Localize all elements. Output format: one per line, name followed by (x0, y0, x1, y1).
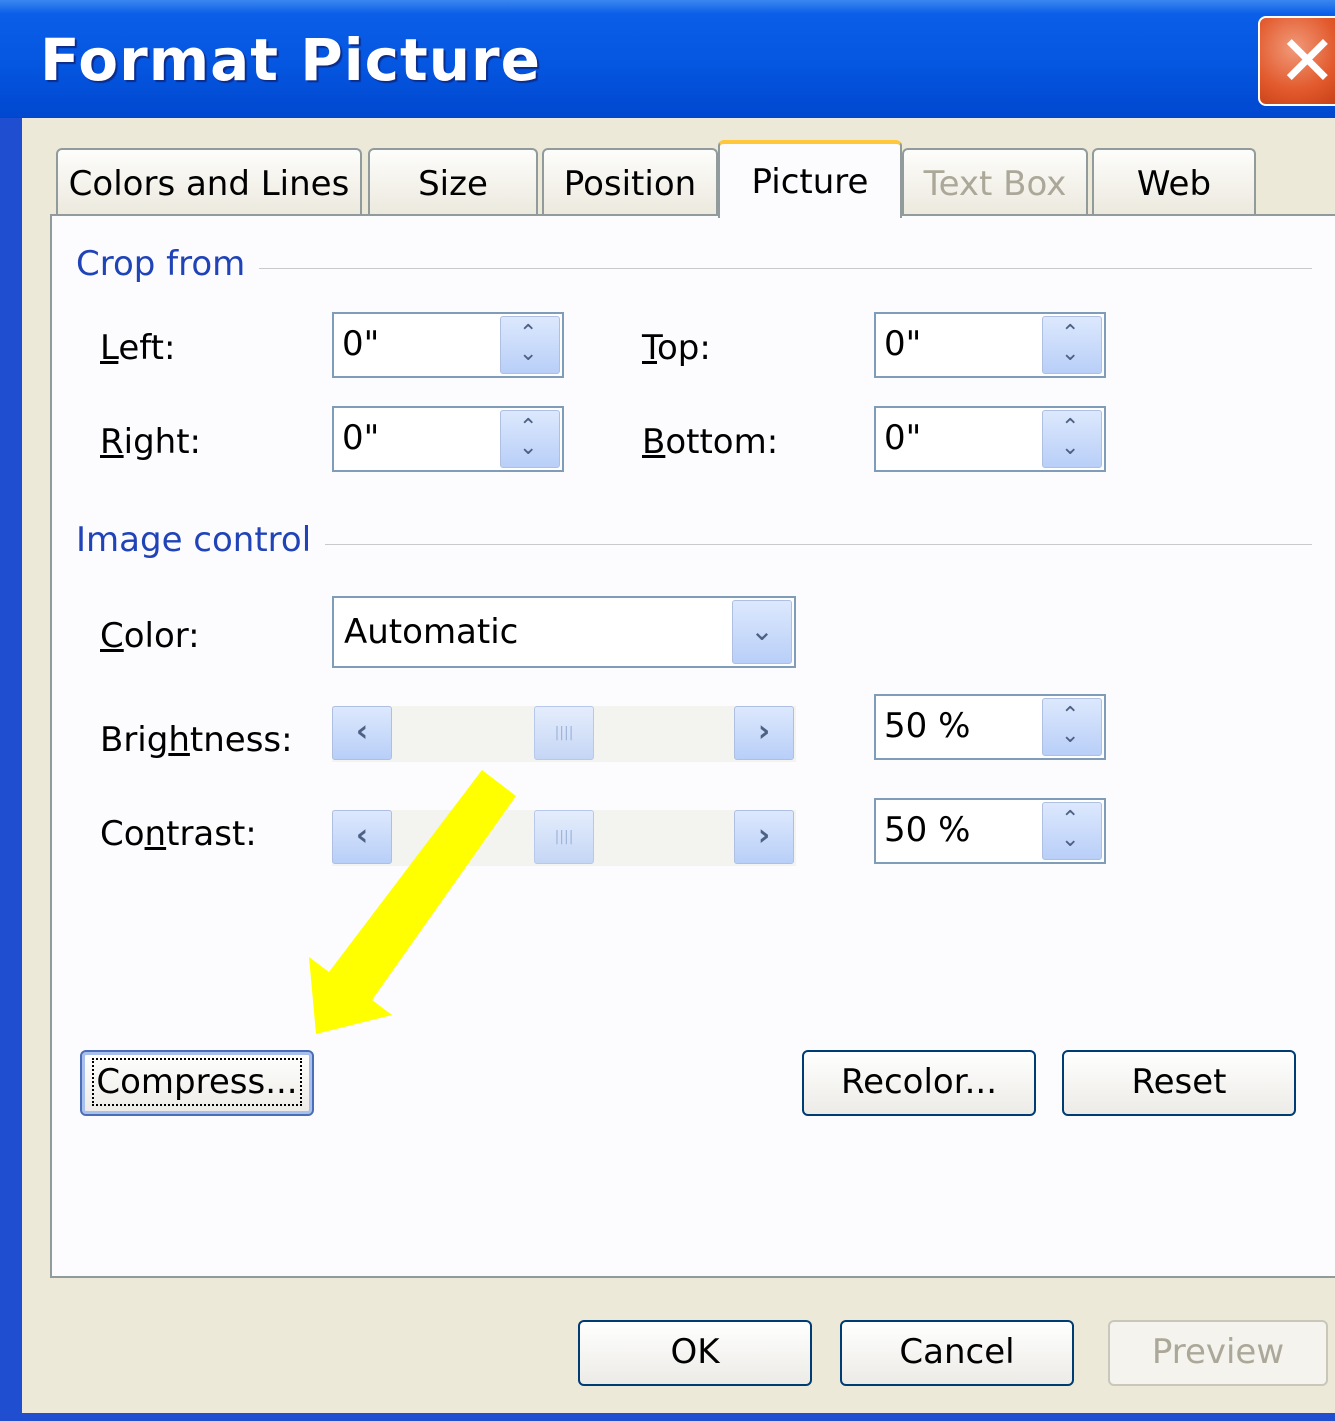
contrast-slider-thumb[interactable]: |||| (534, 810, 594, 864)
tab-position[interactable]: Position (542, 148, 718, 214)
chevron-right-icon[interactable]: › (734, 706, 794, 760)
crop-group-divider (232, 268, 1312, 269)
close-icon: ✕ (1278, 20, 1335, 102)
crop-left-label: Left: (100, 328, 176, 368)
crop-right-spinner[interactable]: 0" ⌃ ⌄ (332, 406, 564, 472)
preview-button-label: Preview (1151, 1332, 1285, 1372)
spin-arrows-icon[interactable]: ⌃ ⌄ (500, 316, 560, 374)
preview-button: Preview (1108, 1320, 1328, 1386)
chevron-left-icon[interactable]: ‹ (332, 810, 392, 864)
tab-text-box: Text Box (902, 148, 1088, 214)
spin-arrows-icon[interactable]: ⌃ ⌄ (500, 410, 560, 468)
tab-web[interactable]: Web (1092, 148, 1256, 214)
crop-left-value[interactable]: 0" (342, 324, 379, 364)
crop-right-label: Right: (100, 422, 201, 462)
format-picture-dialog: Format Picture ✕ Colors and Lines Size P… (0, 0, 1335, 1421)
crop-bottom-label: Bottom: (642, 422, 779, 462)
spin-arrows-icon[interactable]: ⌃ ⌄ (1042, 698, 1102, 756)
brightness-slider[interactable]: ‹ |||| › (332, 706, 796, 762)
crop-bottom-spinner[interactable]: 0" ⌃ ⌄ (874, 406, 1106, 472)
ok-button[interactable]: OK (578, 1320, 812, 1386)
chevron-right-icon[interactable]: › (734, 810, 794, 864)
contrast-label: Contrast: (100, 814, 257, 854)
recolor-button[interactable]: Recolor... (802, 1050, 1036, 1116)
contrast-slider[interactable]: ‹ |||| › (332, 810, 796, 866)
crop-left-spinner[interactable]: 0" ⌃ ⌄ (332, 312, 564, 378)
ok-button-label: OK (670, 1332, 720, 1372)
contrast-spinner[interactable]: 50 % ⌃ ⌄ (874, 798, 1106, 864)
crop-right-value[interactable]: 0" (342, 418, 379, 458)
image-control-heading: Image control (76, 520, 326, 560)
compress-button[interactable]: Compress... (80, 1050, 314, 1116)
title-bar[interactable]: Format Picture ✕ (0, 0, 1335, 118)
spin-arrows-icon[interactable]: ⌃ ⌄ (1042, 410, 1102, 468)
color-label: Color: (100, 616, 200, 656)
crop-top-spinner[interactable]: 0" ⌃ ⌄ (874, 312, 1106, 378)
picture-tab-panel: Crop from Left: 0" ⌃ ⌄ Top: 0" ⌃ ⌄ Right: … (50, 214, 1335, 1278)
chevron-down-icon[interactable]: ⌄ (732, 600, 792, 664)
dialog-title: Format Picture (40, 26, 541, 94)
close-button[interactable]: ✕ (1258, 16, 1335, 106)
recolor-button-label: Recolor... (840, 1062, 998, 1102)
compress-button-label: Compress... (92, 1058, 302, 1106)
brightness-value[interactable]: 50 % (884, 706, 970, 746)
crop-top-label: Top: (642, 328, 711, 368)
tab-colors-and-lines[interactable]: Colors and Lines (56, 148, 362, 214)
tab-size[interactable]: Size (368, 148, 538, 214)
chevron-left-icon[interactable]: ‹ (332, 706, 392, 760)
brightness-spinner[interactable]: 50 % ⌃ ⌄ (874, 694, 1106, 760)
color-dropdown-value: Automatic (344, 612, 519, 652)
contrast-value[interactable]: 50 % (884, 810, 970, 850)
cancel-button-label: Cancel (899, 1332, 1015, 1372)
crop-from-heading: Crop from (76, 244, 260, 284)
dialog-body: Colors and Lines Size Position Picture T… (22, 118, 1335, 1413)
spin-arrows-icon[interactable]: ⌃ ⌄ (1042, 802, 1102, 860)
spin-arrows-icon[interactable]: ⌃ ⌄ (1042, 316, 1102, 374)
reset-button[interactable]: Reset (1062, 1050, 1296, 1116)
crop-bottom-value[interactable]: 0" (884, 418, 921, 458)
cancel-button[interactable]: Cancel (840, 1320, 1074, 1386)
tab-picture[interactable]: Picture (718, 140, 902, 218)
color-dropdown[interactable]: Automatic ⌄ (332, 596, 796, 668)
brightness-label: Brightness: (100, 720, 293, 760)
image-control-divider (312, 544, 1312, 545)
brightness-slider-thumb[interactable]: |||| (534, 706, 594, 760)
crop-top-value[interactable]: 0" (884, 324, 921, 364)
reset-button-label: Reset (1131, 1062, 1227, 1102)
